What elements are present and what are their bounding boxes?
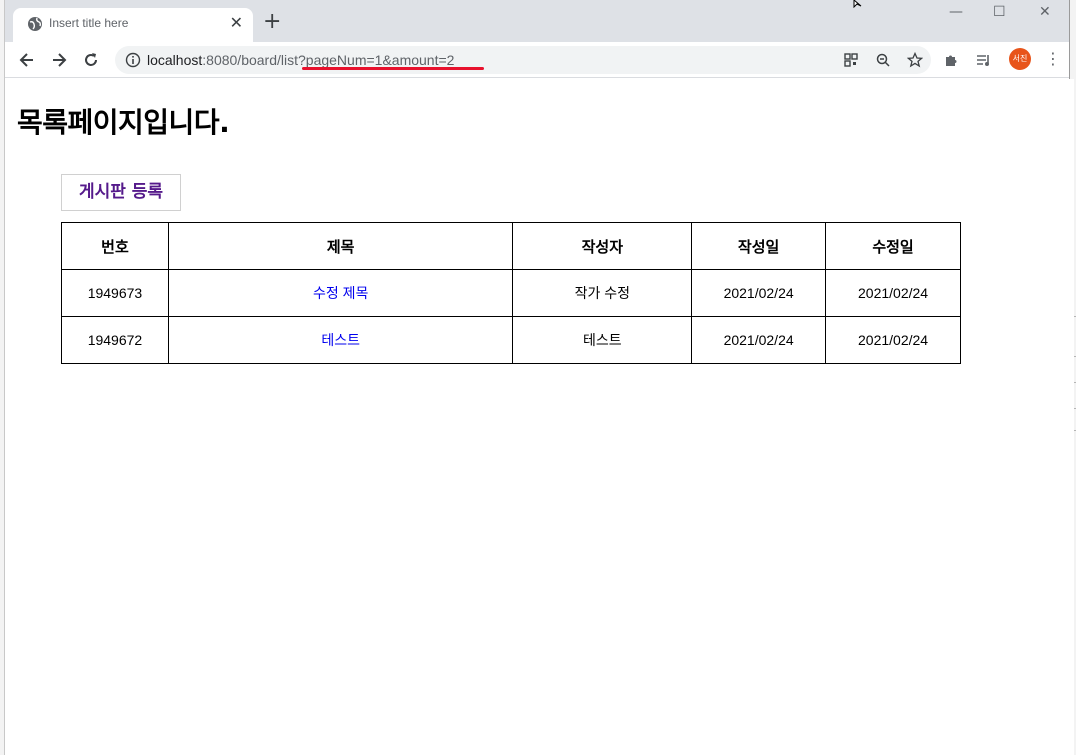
bookmark-star-icon[interactable] [907, 52, 923, 68]
cell-title: 테스트 [167, 316, 514, 364]
menu-kebab-icon[interactable]: ⋮ [1045, 50, 1061, 68]
url-host: localhost [147, 52, 203, 68]
table-row: 1949672 테스트 테스트 2021/02/24 2021/02/24 [61, 316, 961, 364]
globe-icon [28, 17, 42, 31]
cell-number: 1949672 [61, 316, 169, 364]
cell-created-date: 2021/02/24 [691, 269, 827, 317]
qr-code-icon[interactable] [843, 52, 859, 68]
cell-writer: 작가 수정 [512, 269, 693, 317]
address-bar[interactable]: localhost:8080/board/list?pageNum=1&amou… [115, 46, 931, 74]
page-title: 목록페이지입니다. [17, 106, 230, 139]
cell-created-date: 2021/02/24 [691, 316, 827, 364]
tab-title: Insert title here [49, 16, 129, 30]
minimize-button[interactable]: — [949, 4, 963, 20]
header-created-date: 작성일 [691, 222, 827, 270]
browser-tab[interactable]: Insert title here ✕ [13, 8, 253, 42]
header-title: 제목 [167, 222, 514, 270]
url-red-underline [302, 67, 484, 70]
profile-avatar[interactable]: 서진 [1009, 48, 1031, 70]
maximize-button[interactable]: ☐ [993, 4, 1006, 20]
cell-number: 1949673 [61, 269, 169, 317]
close-window-button[interactable]: ✕ [1039, 4, 1051, 20]
extensions-puzzle-icon[interactable] [943, 52, 959, 68]
cell-updated-date: 2021/02/24 [825, 269, 961, 317]
post-title-link[interactable]: 테스트 [321, 332, 360, 348]
header-number: 번호 [61, 222, 169, 270]
zoom-out-icon[interactable] [875, 52, 891, 68]
post-title-link[interactable]: 수정 제목 [313, 285, 368, 301]
reload-icon[interactable] [81, 50, 101, 70]
cell-title: 수정 제목 [167, 269, 514, 317]
url-path: :8080/board/list?pageNum=1&amount=2 [202, 52, 455, 68]
forward-arrow-icon[interactable] [49, 50, 69, 70]
cell-writer: 테스트 [512, 316, 693, 364]
header-updated-date: 수정일 [825, 222, 961, 270]
table-header-row: 번호 제목 작성자 작성일 수정일 [61, 222, 961, 270]
info-icon[interactable] [125, 52, 141, 68]
media-queue-icon[interactable] [975, 52, 991, 68]
table-row: 1949673 수정 제목 작가 수정 2021/02/24 2021/02/2… [61, 269, 961, 317]
header-writer: 작성자 [512, 222, 693, 270]
page-content: 목록페이지입니다. 게시판 등록 번호 제목 작성자 작성일 수정일 19496… [10, 79, 1074, 755]
browser-window: Insert title here ✕ + — ☐ ✕ localhost:80… [4, 0, 1074, 755]
url-text: localhost:8080/board/list?pageNum=1&amou… [147, 52, 454, 68]
mouse-cursor-icon [853, 0, 862, 8]
new-tab-button[interactable]: + [263, 10, 281, 34]
back-arrow-icon[interactable] [17, 50, 37, 70]
browser-toolbar: localhost:8080/board/list?pageNum=1&amou… [5, 42, 1069, 78]
register-post-button[interactable]: 게시판 등록 [61, 174, 181, 211]
board-table: 번호 제목 작성자 작성일 수정일 1949673 수정 제목 작가 수정 20… [61, 222, 961, 364]
tab-strip: Insert title here ✕ + — ☐ ✕ [5, 0, 1069, 42]
tab-close-icon[interactable]: ✕ [230, 14, 243, 32]
cell-updated-date: 2021/02/24 [825, 316, 961, 364]
